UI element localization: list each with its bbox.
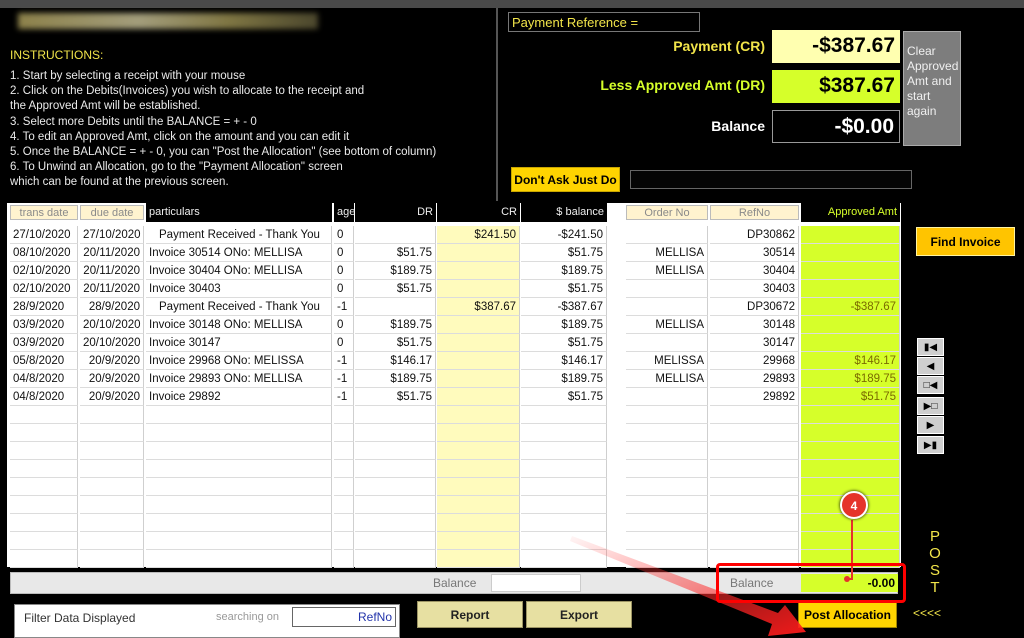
highlight-box <box>716 563 906 603</box>
step-badge: 4 <box>840 491 868 519</box>
annotation-overlay <box>570 520 853 636</box>
